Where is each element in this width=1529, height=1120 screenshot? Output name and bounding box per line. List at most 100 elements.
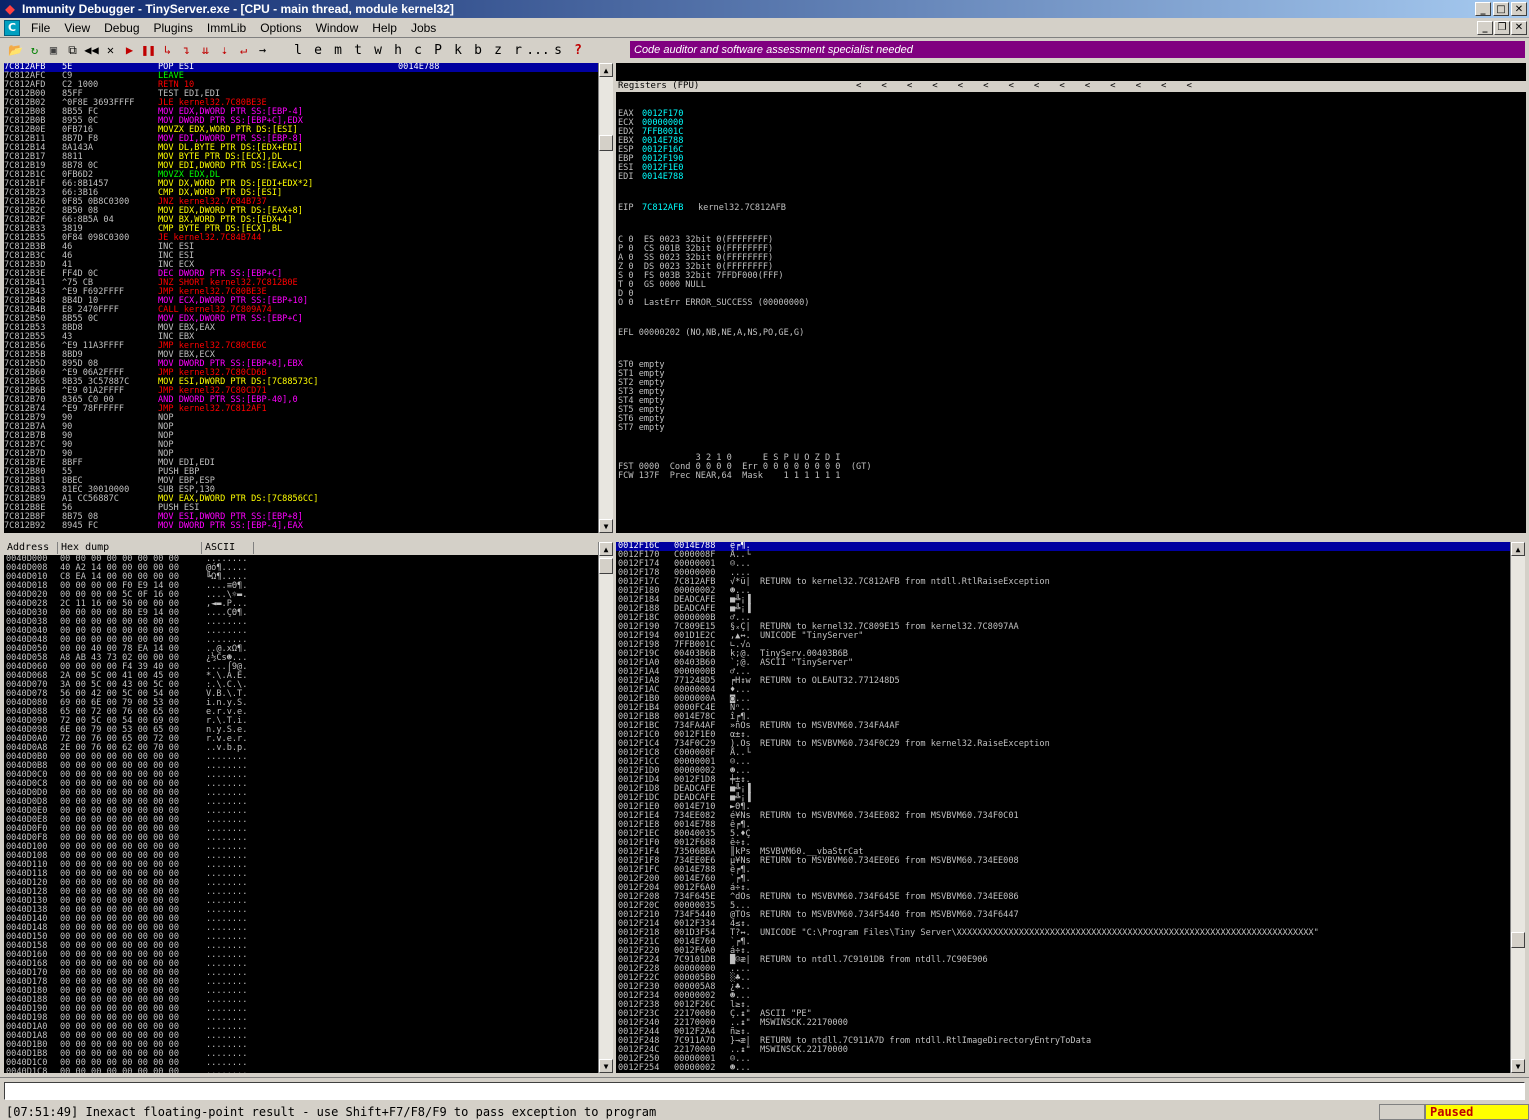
maximize-button[interactable]: □ <box>1493 2 1509 16</box>
toolbar-memory-map-button[interactable]: m <box>328 40 348 60</box>
register-row[interactable]: ECX 00000000 <box>616 119 1526 128</box>
menu-options[interactable]: Options <box>253 21 308 35</box>
disasm-row[interactable]: 7C812B74 ^E9 78FFFFFF JMP kernel32.7C812AF… <box>4 405 598 414</box>
stack-pane[interactable]: 0012F16C 0014E788 ê╒¶. 0012F170 C000008F Å..└… <box>616 542 1510 1073</box>
register-row[interactable]: ESI 0012F1E0 <box>616 164 1526 173</box>
register-row[interactable]: EDX 7FFB001C <box>616 128 1526 137</box>
fpu-register-row[interactable]: ST0 empty <box>616 361 1526 370</box>
disasm-row[interactable]: 7C812B7B 90 NOP <box>4 432 598 441</box>
step-over-icon[interactable]: ↴ <box>177 40 196 60</box>
scroll-up-icon[interactable]: ▲ <box>599 63 613 77</box>
fpu-register-row[interactable]: ST1 empty <box>616 370 1526 379</box>
fpu-register-row[interactable]: ST3 empty <box>616 388 1526 397</box>
dump-row[interactable]: 0040D1C8 00 00 00 00 00 00 00 00........ <box>4 1068 598 1074</box>
flag-row[interactable]: O 0 LastErr ERROR_SUCCESS (00000000) <box>616 299 1526 308</box>
menu-view[interactable]: View <box>57 21 97 35</box>
restart-icon[interactable]: ↻ <box>25 40 44 60</box>
scroll-down-icon[interactable]: ▼ <box>599 1059 613 1073</box>
disasm-row[interactable]: 7C812B14 8A143A MOV DL,BYTE PTR DS:[EDX+ED… <box>4 144 598 153</box>
disasm-row[interactable]: 7C812AFD C2 1000 RETN 10 <box>4 81 598 90</box>
dump-pane[interactable]: 0040D000 00 00 00 00 00 00 00 00........ 0… <box>4 555 598 1073</box>
dump-header-ascii[interactable]: ASCII <box>202 542 254 554</box>
promo-banner[interactable]: Code auditor and software assessment spe… <box>630 41 1525 58</box>
menu-debug[interactable]: Debug <box>97 21 146 35</box>
fpu-register-row[interactable]: ST2 empty <box>616 379 1526 388</box>
toolbar-patches-button[interactable]: P <box>428 40 448 60</box>
menu-plugins[interactable]: Plugins <box>147 21 200 35</box>
toolbar-help-button[interactable]: ? <box>568 40 588 60</box>
disasm-row[interactable]: 7C812B79 90 NOP <box>4 414 598 423</box>
scroll-up-icon[interactable]: ▲ <box>599 542 613 556</box>
run-icon[interactable]: ▶ <box>120 40 139 60</box>
child-close-button[interactable]: ✕ <box>1511 20 1527 35</box>
disasm-row[interactable]: 7C812AFB 5E POP ESI 0014E788 <box>4 63 598 72</box>
toolbar-call-stack-button[interactable]: k <box>448 40 468 60</box>
toolbar-threads-button[interactable]: t <box>348 40 368 60</box>
toolbar-cpu-button[interactable]: c <box>408 40 428 60</box>
disasm-row[interactable]: 7C812B50 8B55 0C MOV EDX,DWORD PTR SS:[EBP… <box>4 315 598 324</box>
disasm-row[interactable]: 7C812B35 0F84 098C0300 JE kernel32.7C84B74… <box>4 234 598 243</box>
disasm-row[interactable]: 7C812B7D 90 NOP <box>4 450 598 459</box>
scroll-thumb[interactable] <box>599 558 613 574</box>
scroll-thumb[interactable] <box>599 135 613 151</box>
attach-icon[interactable]: ⧉ <box>63 40 82 60</box>
child-window-icon[interactable]: C <box>4 19 20 36</box>
pause-icon[interactable]: ❚❚ <box>139 40 158 60</box>
fpu-register-row[interactable]: ST7 empty <box>616 424 1526 433</box>
child-minimize-button[interactable]: _ <box>1477 20 1493 35</box>
menu-immlib[interactable]: ImmLib <box>200 21 253 35</box>
minimize-button[interactable]: _ <box>1475 2 1491 16</box>
toolbar-windows-button[interactable]: w <box>368 40 388 60</box>
scroll-down-icon[interactable]: ▼ <box>599 519 613 533</box>
toolbar-z-button[interactable]: z <box>488 40 508 60</box>
execute-till-return-icon[interactable]: ↵ <box>234 40 253 60</box>
disasm-row[interactable]: 7C812B19 8B78 0C MOV EDI,DWORD PTR DS:[EAX… <box>4 162 598 171</box>
eip-row[interactable]: EIP 7C812AFB kernel32.7C812AFB <box>616 204 1526 213</box>
menu-file[interactable]: File <box>24 21 57 35</box>
stack-scrollbar[interactable]: ▲ ▼ <box>1510 542 1525 1073</box>
step-back-icon[interactable]: ◀◀ <box>82 40 101 60</box>
trace-into-icon[interactable]: ⇊ <box>196 40 215 60</box>
go-to-icon[interactable]: → <box>253 40 272 60</box>
scroll-thumb[interactable] <box>1511 932 1525 948</box>
command-input[interactable] <box>4 1082 1525 1100</box>
toolbar-breakpoints-button[interactable]: b <box>468 40 488 60</box>
register-row[interactable]: ESP 0012F16C <box>616 146 1526 155</box>
register-row[interactable]: EBP 0012F190 <box>616 155 1526 164</box>
flag-row[interactable]: T 0 GS 0000 NULL <box>616 281 1526 290</box>
scroll-up-icon[interactable]: ▲ <box>1511 542 1525 556</box>
scroll-down-icon[interactable]: ▼ <box>1511 1059 1525 1073</box>
register-row[interactable]: EAX 0012F170 <box>616 110 1526 119</box>
stack-row[interactable]: 0012F254 00000002 ☻... <box>616 1064 1510 1073</box>
disasm-row[interactable]: 7C812B80 55 PUSH EBP <box>4 468 598 477</box>
disasm-row[interactable]: 7C812B53 8BD8 MOV EBX,EAX <box>4 324 598 333</box>
menu-help[interactable]: Help <box>365 21 404 35</box>
dump-header-hex[interactable]: Hex dump <box>58 542 202 554</box>
toolbar-references-button[interactable]: r <box>508 40 528 60</box>
register-row[interactable]: EBX 0014E788 <box>616 137 1526 146</box>
disasm-row[interactable]: 7C812B56 ^E9 11A3FFFF JMP kernel32.7C80CE6… <box>4 342 598 351</box>
close-program-icon[interactable]: ▣ <box>44 40 63 60</box>
menu-window[interactable]: Window <box>309 21 366 35</box>
fpu-register-row[interactable]: ST5 empty <box>616 406 1526 415</box>
disasm-row[interactable]: 7C812B7A 90 NOP <box>4 423 598 432</box>
toolbar-run-trace-button[interactable]: ... <box>526 40 549 60</box>
toolbar-log-button[interactable]: l <box>288 40 308 60</box>
fpu-register-row[interactable]: ST4 empty <box>616 397 1526 406</box>
efl-row[interactable]: EFL 00000202 (NO,NB,NE,A,NS,PO,GE,G) <box>616 329 1526 338</box>
toolbar-source-button[interactable]: s <box>548 40 568 60</box>
toolbar-executable-modules-button[interactable]: e <box>308 40 328 60</box>
disassembly-pane[interactable]: 7C812AFB 5E POP ESI 0014E788 7C812AFC C9 LEAVE… <box>4 63 598 533</box>
disasm-row[interactable]: 7C812B7E 8BFF MOV EDI,EDI <box>4 459 598 468</box>
disassembly-scrollbar[interactable]: ▲ ▼ <box>598 63 613 533</box>
disasm-row[interactable]: 7C812B3B 46 INC ESI <box>4 243 598 252</box>
disasm-row[interactable]: 7C812B3C 46 INC ESI <box>4 252 598 261</box>
dump-scrollbar[interactable]: ▲ ▼ <box>598 542 613 1073</box>
terminate-icon[interactable]: ✕ <box>101 40 120 60</box>
menu-jobs[interactable]: Jobs <box>404 21 443 35</box>
registers-arrows-icon[interactable]: <<<<<<<<<<<<<< <box>856 81 1212 92</box>
register-row[interactable]: EDI 0014E788 <box>616 173 1526 182</box>
close-button[interactable]: ✕ <box>1511 2 1527 16</box>
fpu-register-row[interactable]: ST6 empty <box>616 415 1526 424</box>
trace-over-icon[interactable]: ⇣ <box>215 40 234 60</box>
